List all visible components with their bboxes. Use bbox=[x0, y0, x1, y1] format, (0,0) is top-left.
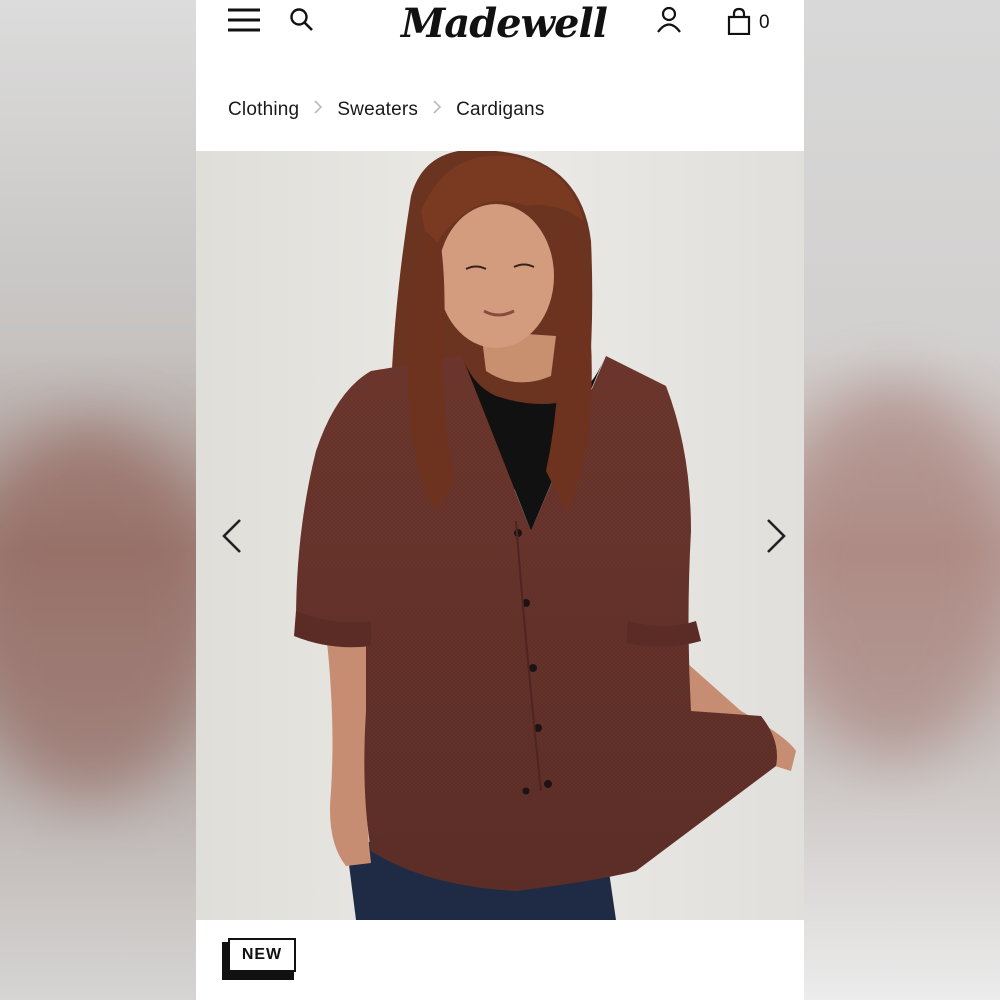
chevron-right-icon[interactable] bbox=[756, 516, 796, 556]
madewell-logo[interactable]: Madewell bbox=[401, 0, 608, 50]
chevron-right-icon bbox=[313, 99, 323, 121]
chevron-left-icon[interactable] bbox=[214, 516, 254, 556]
product-photo bbox=[196, 151, 804, 920]
breadcrumb-cardigans[interactable]: Cardigans bbox=[456, 99, 544, 121]
chevron-right-icon bbox=[432, 99, 442, 121]
breadcrumb-sweaters[interactable]: Sweaters bbox=[337, 99, 418, 121]
shopping-bag-icon[interactable] bbox=[726, 6, 752, 36]
account-icon[interactable] bbox=[654, 4, 684, 34]
cart-count[interactable]: 0 bbox=[759, 12, 770, 34]
menu-icon[interactable] bbox=[226, 6, 262, 34]
product-image-gallery[interactable] bbox=[196, 151, 804, 920]
new-badge: NEW bbox=[222, 938, 302, 982]
product-page: Madewell 0 Clothing Sweaters Cardigans N… bbox=[196, 0, 804, 1000]
blurred-background-left bbox=[0, 0, 196, 1000]
site-header: Madewell 0 bbox=[196, 0, 804, 70]
breadcrumb: Clothing Sweaters Cardigans bbox=[196, 70, 804, 150]
new-badge-label: NEW bbox=[228, 938, 296, 972]
search-icon[interactable] bbox=[288, 6, 316, 34]
breadcrumb-clothing[interactable]: Clothing bbox=[228, 99, 299, 121]
blurred-background-right bbox=[804, 0, 1000, 1000]
